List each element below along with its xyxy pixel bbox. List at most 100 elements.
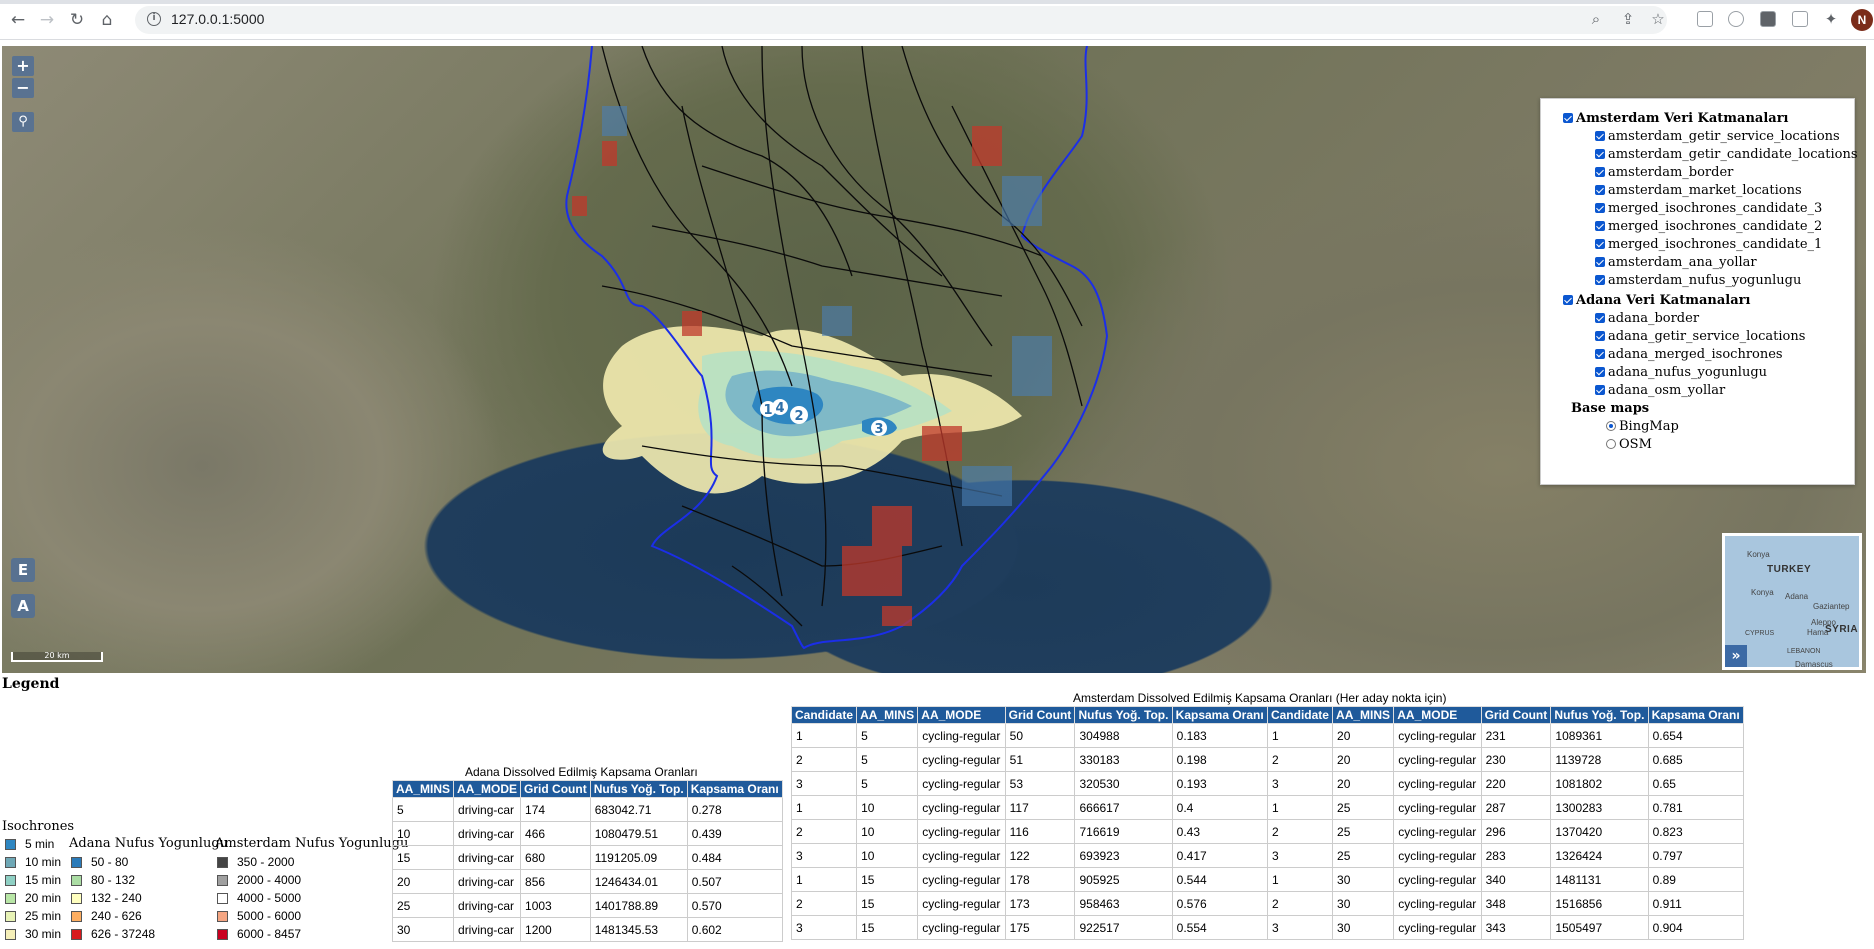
layer-checkbox[interactable] (1595, 185, 1605, 195)
legend-swatch (71, 893, 82, 904)
table-cell: 20 (1332, 723, 1395, 748)
table-cell: 30 (1332, 867, 1395, 892)
layer-checkbox[interactable] (1595, 349, 1605, 359)
table-cell: 905925 (1074, 867, 1173, 892)
address-bar[interactable]: i 127.0.0.1:5000 (135, 6, 1667, 34)
site-info-icon[interactable]: i (147, 12, 161, 26)
layer-checkbox[interactable] (1595, 203, 1605, 213)
table-cell: 1080479.51 (589, 821, 688, 846)
extension-icon-3[interactable] (1760, 11, 1776, 27)
table-cell: cycling-regular (1393, 723, 1482, 748)
table-row: 2 10 cycling-regular 116 716619 0.43 2 25 cyclin… (790, 819, 1745, 844)
layer-checkbox[interactable] (1595, 385, 1605, 395)
layer-checkbox[interactable] (1595, 257, 1605, 267)
table-row: 1 15 cycling-regular 178 905925 0.544 1 30 cycli… (790, 867, 1745, 892)
legend-swatch (71, 911, 82, 922)
table-cell: 0.544 (1171, 867, 1268, 892)
layer-label: adana_nufus_yogunlugu (1608, 365, 1768, 380)
a-button[interactable]: A (11, 594, 35, 618)
legend-label: 350 - 2000 (237, 855, 295, 869)
table-cell: 3 (1266, 843, 1334, 868)
table-header-cell: Nufus Yoğ. Top. (1074, 706, 1173, 724)
table-cell: 1481131 (1550, 867, 1649, 892)
amsterdam-group-checkbox[interactable] (1563, 113, 1573, 123)
table-cell: 178 (1004, 867, 1076, 892)
layer-checkbox[interactable] (1595, 367, 1605, 377)
map-view[interactable]: 1 4 2 3 + − ⚲ E A 20 km Amsterdam Veri K… (2, 46, 1866, 673)
table-cell: driving-car (453, 869, 522, 894)
basemap-radio-bing[interactable] (1606, 421, 1616, 431)
table-cell: 5 (856, 771, 919, 796)
table-cell: 3 (790, 915, 858, 940)
reload-icon[interactable]: ↻ (67, 10, 87, 30)
table-header-cell: Candidate (790, 706, 858, 724)
overview-label: Damascus (1795, 660, 1833, 669)
basemap-radio-osm[interactable] (1606, 439, 1616, 449)
table-header-cell: AA_MINS (856, 706, 919, 724)
table-cell: 693923 (1074, 843, 1173, 868)
table-cell: 25 (1332, 819, 1395, 844)
table-cell: 0.89 (1647, 867, 1745, 892)
extensions-puzzle-icon[interactable]: ✦ (1821, 9, 1841, 29)
table-cell: 0.439 (686, 821, 783, 846)
legend-title: Legend (2, 676, 60, 692)
table-cell: 1200 (520, 917, 591, 942)
table-row: 15 driving-car 680 1191205.09 0.484 (391, 845, 783, 870)
overview-map[interactable]: Konya TURKEY Konya Adana Gaziantep Alepp… (1722, 533, 1862, 670)
extension-icon-2[interactable] (1728, 11, 1744, 27)
overview-label: Konya (1747, 550, 1770, 559)
legend-label: 132 - 240 (91, 891, 142, 905)
layer-checkbox[interactable] (1595, 131, 1605, 141)
extension-icon-4[interactable] (1792, 11, 1808, 27)
amsterdam-table-caption: Amsterdam Dissolved Edilmiş Kapsama Oran… (1073, 691, 1447, 705)
tab-strip (0, 0, 1874, 4)
table-header-cell: AA_MINS (1332, 706, 1395, 724)
adana-group-checkbox[interactable] (1563, 295, 1573, 305)
url-text[interactable]: 127.0.0.1:5000 (171, 11, 264, 27)
adana-legend-title: Adana Nufus Yogunlugu (69, 836, 229, 851)
table-cell: 30 (1332, 891, 1395, 916)
table-cell: cycling-regular (1393, 867, 1482, 892)
table-cell: 0.65 (1647, 771, 1745, 796)
bookmark-star-icon[interactable]: ☆ (1648, 9, 1668, 29)
layer-checkbox[interactable] (1595, 239, 1605, 249)
table-cell: 2 (790, 891, 858, 916)
layer-label: adana_getir_service_locations (1608, 329, 1806, 344)
basemap-label-osm: OSM (1619, 437, 1652, 452)
forward-icon[interactable]: → (37, 10, 57, 30)
layer-checkbox[interactable] (1595, 331, 1605, 341)
e-button[interactable]: E (11, 558, 35, 582)
legend-label: 4000 - 5000 (237, 891, 302, 905)
table-cell: 0.198 (1171, 747, 1268, 772)
table-cell: 3 (1266, 915, 1334, 940)
profile-avatar[interactable]: N (1851, 9, 1873, 31)
table-cell: 1370420 (1550, 819, 1649, 844)
table-cell: 122 (1004, 843, 1076, 868)
back-icon[interactable]: ← (8, 10, 28, 30)
layer-checkbox[interactable] (1595, 313, 1605, 323)
table-cell: 716619 (1074, 819, 1173, 844)
layer-switcher-panel: Amsterdam Veri Katmanaları amsterdam_get… (1540, 98, 1858, 485)
layer-checkbox[interactable] (1595, 167, 1605, 177)
table-cell: 0.685 (1647, 747, 1745, 772)
extension-icon-1[interactable] (1697, 11, 1713, 27)
overview-toggle-button[interactable]: » (1725, 645, 1747, 667)
table-cell: 922517 (1074, 915, 1173, 940)
share-icon[interactable]: ⇪ (1618, 9, 1638, 29)
table-cell: 30 (391, 917, 455, 942)
search-icon[interactable]: ⚲ (12, 112, 34, 132)
layer-label: adana_border (1608, 311, 1700, 326)
table-cell: 1246434.01 (589, 869, 688, 894)
legend-label: 6000 - 8457 (237, 927, 302, 941)
zoom-in-button[interactable]: + (12, 56, 34, 76)
table-cell: 0.823 (1647, 819, 1745, 844)
zoom-out-button[interactable]: − (12, 78, 34, 98)
zoom-icon[interactable]: ⌕ (1586, 9, 1606, 29)
table-row: 3 10 cycling-regular 122 693923 0.417 3 25 cycli… (790, 843, 1745, 868)
layer-checkbox[interactable] (1595, 149, 1605, 159)
table-header-cell: Kapsama Oranı (686, 780, 783, 798)
layer-checkbox[interactable] (1595, 275, 1605, 285)
home-icon[interactable]: ⌂ (97, 10, 117, 30)
layer-checkbox[interactable] (1595, 221, 1605, 231)
table-cell: 117 (1004, 795, 1076, 820)
